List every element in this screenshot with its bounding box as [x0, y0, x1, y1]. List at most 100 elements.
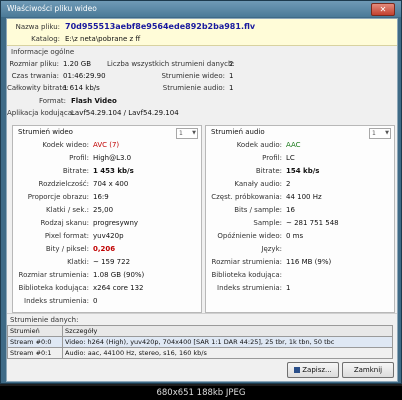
audio-row-value: 16 — [286, 206, 295, 214]
stream-details-cell: Audio: aac, 44100 Hz, stereo, s16, 160 k… — [62, 347, 393, 359]
close-button-label: Zamknij — [353, 366, 383, 374]
total-bitrate-label: Całkowity bitrate: — [7, 84, 69, 92]
video-row-label: Rozmiar strumienia: — [18, 271, 89, 279]
save-button[interactable]: Zapisz... — [287, 362, 339, 378]
duration-value: 01:46:29.90 — [63, 72, 106, 80]
video-row-label: Kodek wideo: — [42, 141, 89, 149]
directory-value: E:\z neta\pobrane z ff — [65, 35, 141, 43]
file-name-label: Nazwa pliku: — [15, 23, 60, 31]
directory-label: Katalog: — [31, 35, 60, 43]
window-title: Właściwości pliku wideo — [7, 4, 97, 13]
dialog-content: Nazwa pliku: 70d955513aebf8e9564ede892b2… — [6, 18, 398, 382]
video-row-value: yuv420p — [93, 232, 124, 240]
audio-row-label: Bitrate: — [255, 167, 282, 175]
video-row-value: ~ 159 722 — [93, 258, 131, 266]
audio-row-label: Bits / sample: — [234, 206, 282, 214]
audio-stream-select[interactable]: 1 ▼ — [369, 128, 391, 139]
video-row-label: Rodzaj skanu: — [40, 219, 89, 227]
image-info-footer: 680x651 188kb JPEG — [0, 386, 402, 400]
audio-row-value: AAC — [286, 141, 301, 149]
close-window-button[interactable]: ✕ — [371, 3, 395, 16]
audio-row-label: Rozmiar strumienia: — [211, 258, 282, 266]
video-row-value: 0 — [93, 297, 98, 305]
save-button-label: Zapisz... — [302, 366, 332, 374]
video-row-value: x264 core 132 — [93, 284, 144, 292]
audio-row-label: Język: — [261, 245, 282, 253]
stream-data-table: Strumień Szczegóły Stream #0:0 Video: h2… — [7, 325, 393, 359]
file-info-panel: Nazwa pliku: 70d955513aebf8e9564ede892b2… — [7, 19, 397, 46]
video-row-label: Bitrate: — [62, 167, 89, 175]
chevron-down-icon: ▼ — [192, 130, 196, 136]
encoder-app-value: Lavf54.29.104 / Lavf54.29.104 — [71, 109, 179, 117]
video-row-value: 0,206 — [93, 245, 116, 253]
audio-streams-label: Strumienie audio: — [162, 84, 225, 92]
video-row-value: 1.08 GB (90%) — [93, 271, 145, 279]
table-row[interactable]: Stream #0:1 Audio: aac, 44100 Hz, stereo… — [7, 347, 393, 359]
audio-row-value: 44 100 Hz — [286, 193, 322, 201]
audio-row-label: Biblioteka kodująca: — [211, 271, 282, 279]
audio-row-value: 116 MB (9%) — [286, 258, 332, 266]
close-button[interactable]: Zamknij — [342, 362, 394, 378]
properties-window: Właściwości pliku wideo ✕ Nazwa pliku: 7… — [0, 0, 402, 384]
audio-row-label: Sample: — [253, 219, 282, 227]
audio-stream-title: Strumień audio — [211, 128, 265, 136]
encoder-app-label: Aplikacja kodująca: — [7, 109, 75, 117]
file-size-value: 1.20 GB — [63, 60, 92, 68]
total-streams-label: Liczba wszystkich strumieni danych: — [107, 60, 235, 68]
video-row-value: progresywny — [93, 219, 139, 227]
chevron-down-icon: ▼ — [385, 130, 389, 136]
general-info-title: Informacje ogólne — [11, 48, 75, 56]
audio-row-label: Częst. próbkowania: — [211, 193, 282, 201]
floppy-disk-icon — [294, 367, 301, 373]
video-row-label: Proporcje obrazu: — [27, 193, 89, 201]
audio-row-value: 2 — [286, 180, 291, 188]
audio-row-label: Kanały audio: — [234, 180, 282, 188]
video-streams-label: Strumienie wideo: — [161, 72, 225, 80]
divider — [7, 313, 397, 314]
video-stream-title: Strumień wideo — [18, 128, 73, 136]
audio-row-value: 1 — [286, 284, 291, 292]
stream-id-cell: Stream #0:0 — [7, 336, 63, 348]
audio-stream-group: Strumień audio 1 ▼ Kodek audio: AAC Profil:… — [205, 125, 395, 313]
audio-row-value: LC — [286, 154, 295, 162]
stream-id-cell: Stream #0:1 — [7, 347, 63, 359]
title-bar[interactable]: Właściwości pliku wideo ✕ — [1, 1, 401, 17]
format-value: Flash Video — [71, 97, 117, 105]
column-header-stream: Strumień — [7, 325, 63, 337]
audio-row-label: Indeks strumienia: — [217, 284, 282, 292]
video-row-label: Profil: — [69, 154, 89, 162]
total-streams-value: 2 — [229, 60, 234, 68]
video-row-label: Biblioteka kodująca: — [18, 284, 89, 292]
video-stream-select[interactable]: 1 ▼ — [176, 128, 198, 139]
column-header-details: Szczegóły — [62, 325, 393, 337]
audio-row-label: Kodek audio: — [236, 141, 282, 149]
video-row-value: High@L3.0 — [93, 154, 132, 162]
audio-row-label: Opóźnienie wideo: — [217, 232, 282, 240]
video-stream-group: Strumień wideo 1 ▼ Kodek wideo: AVC (7) Pro… — [12, 125, 202, 313]
video-row-value: AVC (7) — [93, 141, 120, 149]
audio-streams-value: 1 — [229, 84, 234, 92]
table-header-row: Strumień Szczegóły — [7, 325, 393, 337]
video-row-label: Bity / piksel: — [45, 245, 89, 253]
video-row-label: Rozdzielczość: — [38, 180, 89, 188]
total-bitrate-value: 1 614 kb/s — [63, 84, 100, 92]
file-name-value: 70d955513aebf8e9564ede892b2ba981.flv — [65, 22, 256, 31]
stream-data-title: Strumienie danych: — [10, 316, 79, 324]
table-row[interactable]: Stream #0:0 Video: h264 (High), yuv420p,… — [7, 336, 393, 348]
video-row-label: Klatki: — [67, 258, 89, 266]
duration-label: Czas trwania: — [11, 72, 59, 80]
video-row-value: 25,00 — [93, 206, 114, 214]
format-label: Format: — [38, 97, 66, 105]
stream-details-cell: Video: h264 (High), yuv420p, 704x400 [SA… — [62, 336, 393, 348]
video-row-value: 704 x 400 — [93, 180, 129, 188]
audio-row-value: ~ 281 751 548 — [286, 219, 339, 227]
audio-row-value: 154 kb/s — [286, 167, 320, 175]
audio-row-value: 0 ms — [286, 232, 304, 240]
audio-row-label: Profil: — [262, 154, 282, 162]
video-row-value: 1 453 kb/s — [93, 167, 134, 175]
video-row-label: Klatki / sek.: — [46, 206, 89, 214]
video-row-label: Indeks strumienia: — [24, 297, 89, 305]
file-size-label: Rozmiar pliku: — [9, 60, 59, 68]
video-row-value: 16:9 — [93, 193, 109, 201]
video-streams-value: 1 — [229, 72, 234, 80]
